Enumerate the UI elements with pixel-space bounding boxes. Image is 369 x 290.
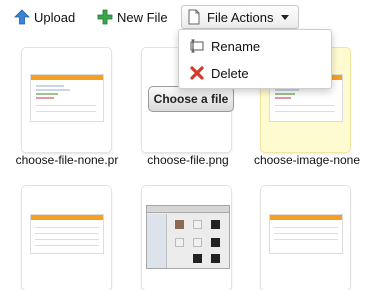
- document-icon: [187, 9, 203, 25]
- delete-icon: [189, 65, 205, 81]
- file-thumbnail-4[interactable]: [22, 186, 111, 290]
- menu-item-label: Rename: [211, 38, 261, 54]
- preview-image: [30, 74, 104, 122]
- file-actions-menu: Rename Delete: [178, 29, 332, 89]
- menu-item-rename[interactable]: Rename: [179, 34, 331, 58]
- file-actions-dropdown[interactable]: File Actions: [181, 5, 299, 29]
- choose-file-preview-button: Choose a file: [148, 86, 234, 112]
- file-thumbnail-1[interactable]: [22, 48, 111, 152]
- rename-icon: [189, 38, 205, 54]
- file-name[interactable]: choose-file-none.pr: [12, 153, 122, 167]
- new-file-button[interactable]: New File: [97, 6, 168, 28]
- upload-button[interactable]: Upload: [14, 6, 75, 28]
- preview-image: [269, 214, 343, 254]
- file-name[interactable]: choose-file.png: [133, 153, 243, 167]
- upload-arrow-icon: [14, 9, 30, 25]
- preview-image: [146, 205, 230, 269]
- preview-image: [30, 214, 104, 254]
- new-file-label: New File: [117, 9, 168, 25]
- menu-item-label: Delete: [211, 65, 249, 81]
- file-name[interactable]: choose-image-none: [252, 153, 362, 167]
- plus-icon: [97, 9, 113, 25]
- menu-item-delete[interactable]: Delete: [179, 61, 331, 85]
- file-actions-label: File Actions: [207, 9, 274, 25]
- upload-label: Upload: [34, 9, 76, 25]
- file-thumbnail-6[interactable]: [261, 186, 350, 290]
- caret-down-icon: [281, 14, 290, 20]
